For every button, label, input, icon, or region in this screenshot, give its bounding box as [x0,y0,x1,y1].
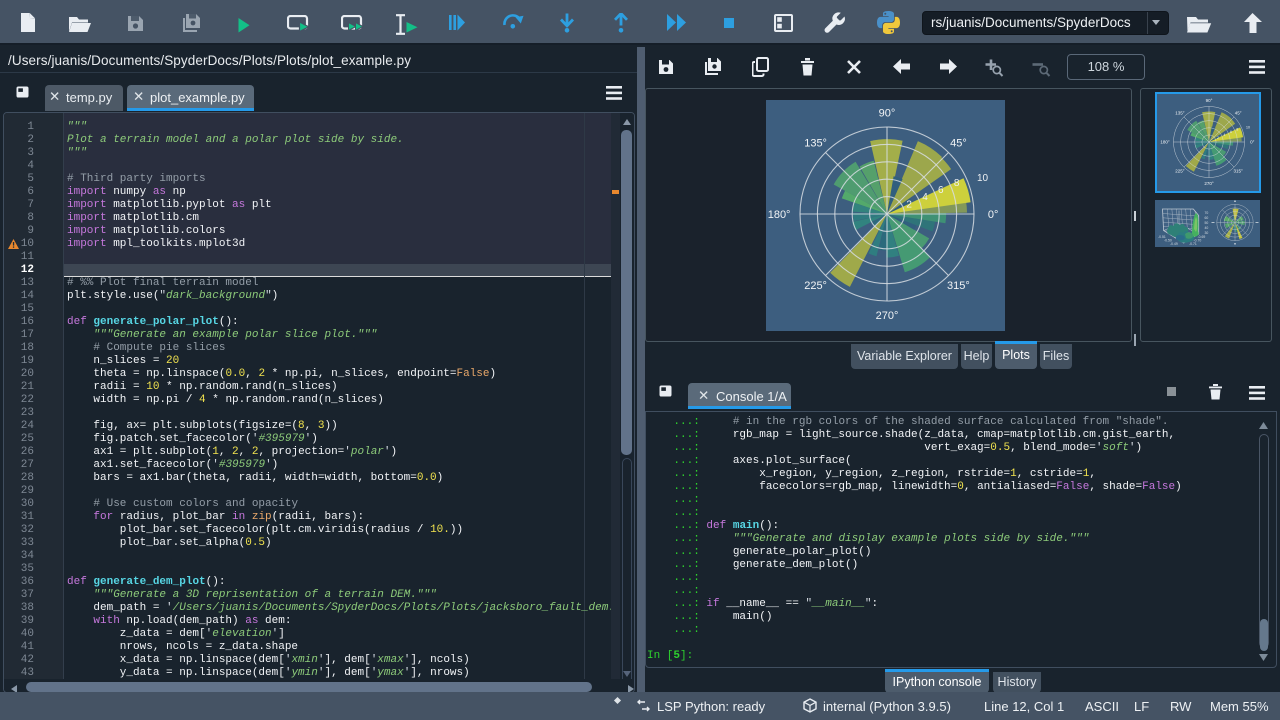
svg-text:6: 6 [1230,130,1232,134]
svg-text:2: 2 [1217,136,1219,140]
svg-text:4: 4 [1224,133,1226,137]
svg-text:50: 50 [1205,221,1209,225]
svg-text:225°: 225° [1175,169,1185,174]
svg-text:315°: 315° [947,280,970,292]
svg-text:0°: 0° [1250,140,1255,145]
svg-text:45°: 45° [1235,111,1242,116]
svg-text:-0.49: -0.49 [1170,242,1178,246]
svg-text:270°: 270° [876,310,899,322]
svg-text:0°: 0° [988,209,999,221]
svg-text:315°: 315° [1233,169,1243,174]
svg-text:10: 10 [977,173,989,184]
svg-text:45°: 45° [950,138,967,150]
svg-text:135°: 135° [804,138,827,150]
svg-text:10: 10 [1246,125,1250,129]
svg-text:180°: 180° [768,209,791,221]
svg-text:90°: 90° [879,107,896,119]
svg-text:70: 70 [1205,211,1209,215]
svg-text:135°: 135° [1175,111,1185,116]
svg-text:40: 40 [1205,226,1209,230]
svg-text:270°: 270° [1204,181,1214,186]
svg-text:60: 60 [1205,216,1209,220]
svg-text:225°: 225° [804,280,827,292]
svg-text:4: 4 [922,192,928,203]
svg-text:2: 2 [906,199,912,210]
svg-text:8: 8 [1236,127,1238,131]
svg-text:90°: 90° [1206,98,1213,103]
svg-text:180°: 180° [1160,140,1170,145]
svg-text:8: 8 [954,178,960,189]
svg-text:6: 6 [938,185,944,196]
svg-text:-0.69: -0.69 [1198,235,1206,239]
svg-text:-0.70: -0.70 [1194,239,1202,243]
svg-text:-0.71: -0.71 [1189,242,1197,246]
